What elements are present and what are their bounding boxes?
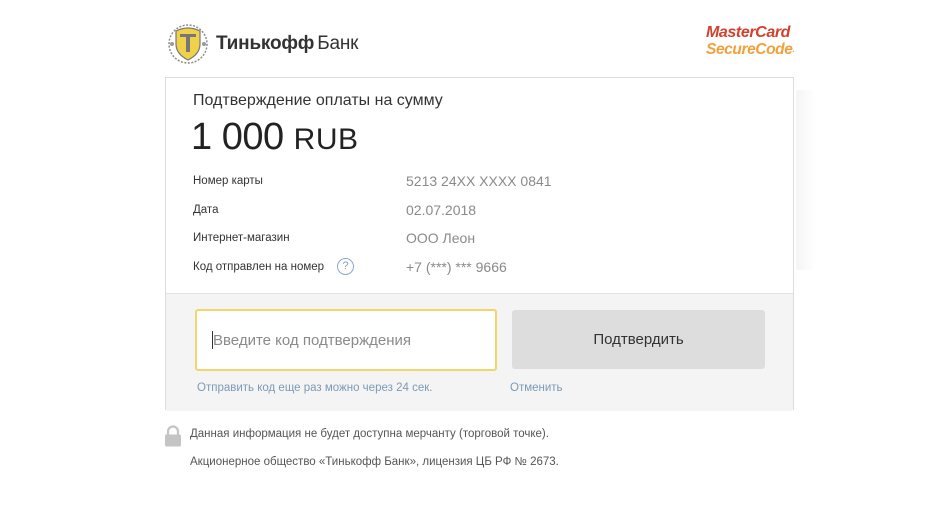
code-entry-section: Подтвердить Отправить код еще раз можно …: [166, 293, 793, 411]
bank-name-bold: Тинькофф: [216, 33, 315, 54]
detail-value: 02.07.2018: [406, 202, 477, 218]
detail-value: ООО Леон: [406, 230, 476, 246]
amount-value: 1 000: [191, 116, 284, 158]
trademark-dot: .: [792, 45, 795, 54]
bank-logo: Тинькофф Банк: [166, 22, 358, 66]
privacy-note: Данная информация не будет доступна мерч…: [190, 428, 549, 440]
payment-amount: 1 000 RUB: [191, 116, 359, 159]
payment-details-section: Подтверждение оплаты на сумму 1 000 RUB …: [166, 78, 793, 293]
detail-label: Код отправлен на номер: [193, 261, 325, 273]
mastercard-logo-line2: SecureCode.: [706, 41, 796, 58]
bank-name-plain: Банк: [317, 33, 359, 54]
card-shadow: [796, 90, 816, 270]
cancel-link[interactable]: Отменить: [510, 382, 563, 394]
mastercard-logo-line1: MasterCard: [706, 24, 791, 41]
license-note: Акционерное общество «Тинькофф Банк», ли…: [190, 456, 559, 468]
detail-row-date: Дата 02.07.2018: [193, 202, 753, 222]
detail-label: Дата: [193, 204, 219, 216]
confirm-button[interactable]: Подтвердить: [512, 310, 765, 369]
resend-timer-text: Отправить код еще раз можно через 24 сек…: [197, 382, 433, 394]
lock-icon: [165, 425, 181, 447]
tinkoff-shield-icon: [168, 24, 208, 64]
securecode-text: SecureCode: [706, 41, 793, 58]
mastercard-securecode-logo: MasterCard SecureCode.: [706, 24, 796, 58]
detail-row-card-number: Номер карты 5213 24XX XXXX 0841: [193, 173, 753, 193]
amount-currency: RUB: [293, 123, 359, 156]
detail-value: 5213 24XX XXXX 0841: [406, 173, 552, 189]
help-icon[interactable]: ?: [337, 258, 354, 275]
detail-label: Интернет-магазин: [193, 232, 290, 244]
detail-row-phone: Код отправлен на номер ? +7 (***) *** 96…: [193, 258, 753, 279]
detail-value: +7 (***) *** 9666: [406, 259, 507, 275]
text-cursor: [212, 331, 213, 349]
confirm-title: Подтверждение оплаты на сумму: [193, 92, 443, 109]
detail-row-merchant: Интернет-магазин ООО Леон: [193, 230, 753, 250]
payment-confirmation-card: Подтверждение оплаты на сумму 1 000 RUB …: [165, 77, 794, 411]
bank-name: Тинькофф Банк: [216, 33, 358, 55]
detail-label: Номер карты: [193, 175, 263, 187]
confirmation-code-input[interactable]: [195, 309, 497, 371]
